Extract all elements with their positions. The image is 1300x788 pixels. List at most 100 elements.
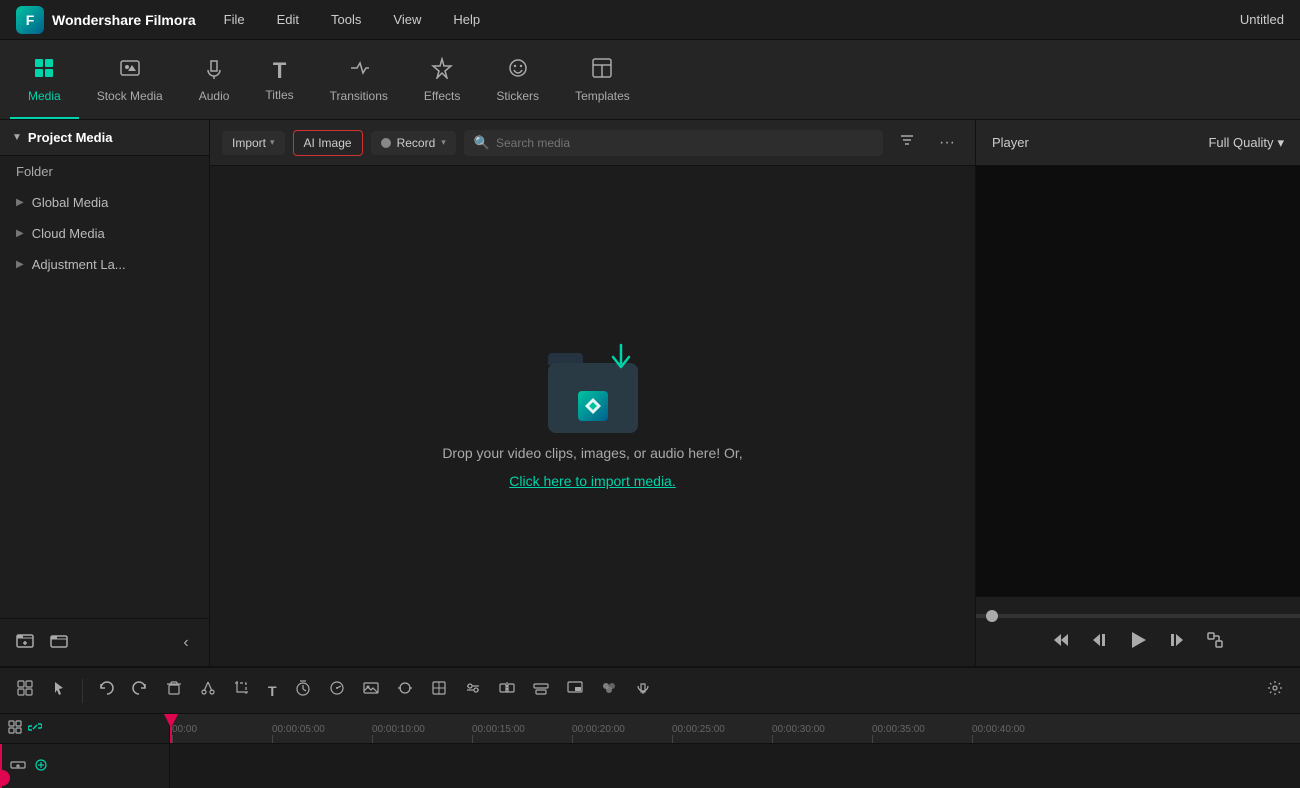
sidebar-folder[interactable]: Folder <box>0 156 209 187</box>
settings-button[interactable] <box>1260 675 1290 706</box>
tab-effects[interactable]: Effects <box>406 43 478 119</box>
record-button[interactable]: Record ▾ <box>371 131 456 155</box>
undo-button[interactable] <box>91 675 121 706</box>
tab-templates[interactable]: Templates <box>557 43 648 119</box>
tab-stock-media[interactable]: Stock Media <box>79 43 181 119</box>
select-tool-button[interactable] <box>10 675 40 706</box>
ruler-mark: 00:00:10:00 <box>372 724 472 743</box>
sidebar-item-cloud-media-label: Cloud Media <box>32 226 105 241</box>
folder-drop-icon <box>543 343 643 433</box>
tab-transitions[interactable]: Transitions <box>312 43 406 119</box>
ai-image-button[interactable]: AI Image <box>293 130 363 156</box>
logo-icon: F <box>16 6 44 34</box>
keyframe-button[interactable] <box>390 675 420 706</box>
record-arrow-icon: ▾ <box>441 137 446 148</box>
image-button[interactable] <box>356 675 386 706</box>
filter-button[interactable] <box>891 128 923 157</box>
fullscreen-button[interactable] <box>1206 631 1224 649</box>
expand-arrow-icon-3: ▶ <box>16 259 24 270</box>
play-button[interactable] <box>1128 630 1148 650</box>
crop-button[interactable] <box>227 675 257 706</box>
tab-media-label: Media <box>28 89 61 103</box>
collapse-panel-button[interactable]: ‹ <box>175 632 197 654</box>
left-panel-footer: ‹ <box>0 618 209 666</box>
templates-icon <box>591 57 613 85</box>
transform-button[interactable] <box>424 675 454 706</box>
tab-audio[interactable]: Audio <box>181 43 248 119</box>
project-media-header: ▼ Project Media <box>0 120 209 156</box>
media-drop-area[interactable]: Drop your video clips, images, or audio … <box>210 166 975 666</box>
timeline-toolbar: T <box>0 668 1300 714</box>
track-left-controls <box>0 744 170 788</box>
track-add-button[interactable] <box>10 757 26 776</box>
split-button[interactable] <box>492 675 522 706</box>
import-label: Import <box>232 136 266 150</box>
menu-bar: File Edit Tools View Help <box>220 8 1240 31</box>
pip-button[interactable] <box>560 675 590 706</box>
menu-edit[interactable]: Edit <box>273 8 303 31</box>
import-media-link[interactable]: Click here to import media. <box>509 473 676 489</box>
record-dot-icon <box>381 138 391 148</box>
track-link-button[interactable] <box>34 758 48 775</box>
link-button[interactable] <box>28 720 42 737</box>
titles-icon: T <box>273 58 286 84</box>
quality-select[interactable]: Full Quality ▾ <box>1208 135 1284 151</box>
collapse-arrow-icon: ▼ <box>12 132 22 143</box>
menu-help[interactable]: Help <box>449 8 484 31</box>
text-button[interactable]: T <box>261 678 284 704</box>
add-folder-button[interactable] <box>12 627 38 658</box>
titlebar: F Wondershare Filmora File Edit Tools Vi… <box>0 0 1300 40</box>
tab-transitions-label: Transitions <box>330 89 388 103</box>
tab-stickers-label: Stickers <box>496 89 539 103</box>
audio-button[interactable] <box>628 675 658 706</box>
add-track-button[interactable] <box>8 720 22 737</box>
timeline-tracks <box>0 744 1300 788</box>
audio-mix-button[interactable] <box>458 675 488 706</box>
timeline-ruler: 00:00 00:00:05:00 00:00:10:00 00:00:15:0… <box>0 714 1300 744</box>
quality-label: Full Quality <box>1208 135 1273 150</box>
sidebar-item-global-media[interactable]: ▶ Global Media <box>0 187 209 218</box>
more-options-button[interactable]: ··· <box>931 130 963 156</box>
import-button[interactable]: Import ▾ <box>222 131 285 155</box>
sidebar-item-adjustment[interactable]: ▶ Adjustment La... <box>0 249 209 280</box>
cut-button[interactable] <box>193 675 223 706</box>
media-icon <box>33 57 55 85</box>
content-area: ▼ Project Media Folder ▶ Global Media ▶ … <box>0 120 1300 666</box>
timer-button[interactable] <box>288 675 318 706</box>
color-button[interactable] <box>594 675 624 706</box>
ruler-mark: 00:00:35:00 <box>872 724 972 743</box>
player-label: Player <box>992 135 1029 150</box>
player-controls <box>976 596 1300 666</box>
step-forward-button[interactable] <box>1168 631 1186 649</box>
menu-tools[interactable]: Tools <box>327 8 365 31</box>
speed-button[interactable] <box>322 675 352 706</box>
tab-stickers[interactable]: Stickers <box>478 43 557 119</box>
redo-button[interactable] <box>125 675 155 706</box>
main-toolbar: Media Stock Media Audio T Titles <box>0 40 1300 120</box>
rewind-button[interactable] <box>1052 631 1070 649</box>
playback-slider[interactable] <box>976 614 1300 618</box>
pointer-tool-button[interactable] <box>44 675 74 706</box>
media-panel: Import ▾ AI Image Record ▾ 🔍 ··· <box>210 120 975 666</box>
player-screen <box>976 166 1300 596</box>
ruler-mark: 00:00 <box>172 724 272 743</box>
tab-titles[interactable]: T Titles <box>247 43 311 119</box>
menu-view[interactable]: View <box>389 8 425 31</box>
sidebar-item-global-media-label: Global Media <box>32 195 109 210</box>
ruler-mark: 00:00:20:00 <box>572 724 672 743</box>
left-panel: ▼ Project Media Folder ▶ Global Media ▶ … <box>0 120 210 666</box>
sidebar-item-cloud-media[interactable]: ▶ Cloud Media <box>0 218 209 249</box>
search-input[interactable] <box>496 136 873 150</box>
step-back-button[interactable] <box>1090 631 1108 649</box>
tab-media[interactable]: Media <box>10 43 79 119</box>
group-button[interactable] <box>526 675 556 706</box>
stock-media-icon <box>119 57 141 85</box>
folder-button[interactable] <box>46 627 72 658</box>
delete-button[interactable] <box>159 675 189 706</box>
menu-file[interactable]: File <box>220 8 249 31</box>
player-buttons <box>976 630 1300 650</box>
ruler-mark: 00:00:05:00 <box>272 724 372 743</box>
effects-icon <box>431 57 453 85</box>
record-label: Record <box>397 136 436 150</box>
tab-effects-label: Effects <box>424 89 460 103</box>
